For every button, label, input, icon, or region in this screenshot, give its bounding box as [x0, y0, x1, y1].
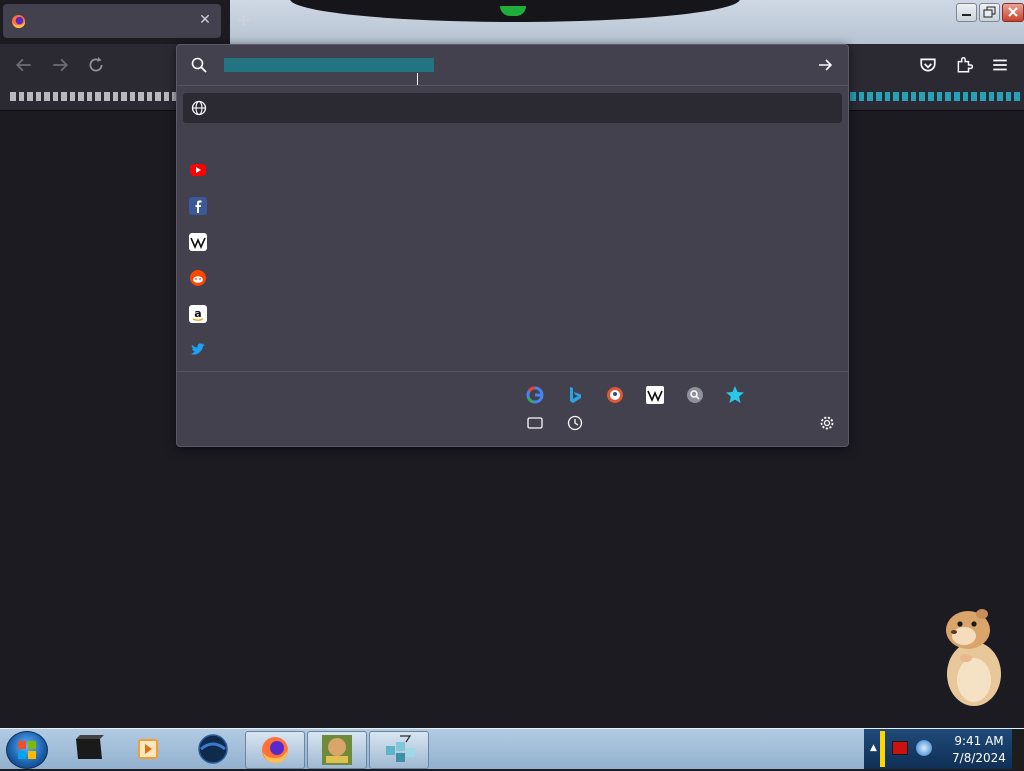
tray-app-icon[interactable]	[892, 741, 908, 755]
bookmark-item[interactable]	[850, 90, 1021, 102]
tray-separator	[880, 731, 885, 767]
close-icon	[1008, 7, 1018, 17]
web-browser-icon	[198, 734, 228, 764]
youtube-icon	[190, 164, 206, 176]
shortcut-facebook[interactable]	[189, 195, 469, 217]
go-arrow-icon[interactable]	[817, 57, 833, 73]
google-icon[interactable]	[524, 384, 546, 406]
facebook-icon	[189, 197, 207, 215]
terminal-icon	[76, 735, 104, 759]
restore-window-button[interactable]	[979, 3, 1000, 22]
shortcut-amazon[interactable]: a	[189, 303, 469, 325]
wikipedia-icon[interactable]	[644, 384, 666, 406]
hamster-sticker	[946, 609, 1001, 706]
app-menu-icon[interactable]	[991, 56, 1009, 74]
firefox-icon	[262, 737, 288, 763]
history-clock-icon[interactable]	[567, 415, 583, 431]
close-window-button[interactable]	[1002, 3, 1024, 22]
taskbar-app-browser[interactable]	[184, 731, 242, 767]
windows-logo-icon	[18, 741, 36, 759]
media-player-icon	[138, 739, 158, 759]
show-desktop-button[interactable]	[1012, 729, 1024, 769]
show-hidden-icons-icon[interactable]: ▲	[870, 743, 877, 753]
cubes-app-icon	[386, 735, 415, 762]
firefox-icon	[11, 14, 26, 29]
game-app-icon	[322, 735, 352, 765]
urlbar-dropdown: a	[176, 44, 849, 447]
new-tab-icon[interactable]: +	[236, 12, 251, 30]
clock-time[interactable]: 9:41 AM	[950, 734, 1008, 748]
tabs-icon[interactable]	[527, 416, 543, 430]
reddit-icon	[190, 270, 206, 286]
urlbar	[177, 45, 848, 86]
extensions-puzzle-icon[interactable]	[955, 56, 973, 74]
minimize-window-button[interactable]	[956, 3, 977, 22]
reload-icon[interactable]	[87, 56, 105, 74]
bookmarks-star-icon[interactable]	[724, 384, 746, 406]
text-cursor	[417, 73, 418, 85]
taskbar-app-cubes[interactable]	[369, 731, 429, 769]
bookmark-item[interactable]	[10, 90, 178, 102]
network-icon[interactable]	[916, 740, 932, 756]
address-input[interactable]	[221, 55, 781, 75]
wikipedia-icon	[189, 233, 207, 251]
gear-icon[interactable]	[819, 415, 835, 431]
globe-icon	[191, 100, 207, 116]
forward-arrow-icon[interactable]	[51, 56, 69, 74]
search-icon	[191, 57, 207, 73]
taskbar: ▲ 9:41 AM 7/8/2024	[0, 728, 1024, 769]
pocket-icon[interactable]	[919, 56, 937, 74]
back-arrow-icon[interactable]	[15, 56, 33, 74]
minimize-icon	[962, 14, 971, 16]
bing-icon[interactable]	[564, 384, 586, 406]
shortcut-reddit[interactable]	[189, 267, 469, 289]
search-suggestion-row[interactable]	[183, 93, 842, 123]
search-engine-icon[interactable]	[684, 384, 706, 406]
shortcut-wikipedia[interactable]	[189, 231, 469, 253]
taskbar-app-firefox[interactable]	[245, 731, 305, 769]
one-off-search-bar	[177, 371, 848, 446]
duckduckgo-icon[interactable]	[604, 384, 626, 406]
taskbar-app-game[interactable]	[307, 731, 367, 769]
clock-date[interactable]: 7/8/2024	[950, 751, 1008, 765]
close-tab-icon[interactable]: ✕	[197, 12, 213, 28]
restore-icon	[983, 6, 996, 18]
shortcut-youtube[interactable]	[189, 159, 469, 181]
shortcut-twitter[interactable]	[189, 339, 469, 361]
twitter-icon	[191, 343, 205, 355]
start-button[interactable]	[6, 731, 48, 769]
tab-active[interactable]: ✕	[3, 4, 221, 38]
svg-text:a: a	[194, 307, 201, 320]
taskbar-app-terminal[interactable]	[60, 731, 118, 767]
system-tray: ▲ 9:41 AM 7/8/2024	[864, 729, 1024, 769]
taskbar-app-media[interactable]	[120, 731, 178, 767]
amazon-icon: a	[189, 305, 207, 323]
